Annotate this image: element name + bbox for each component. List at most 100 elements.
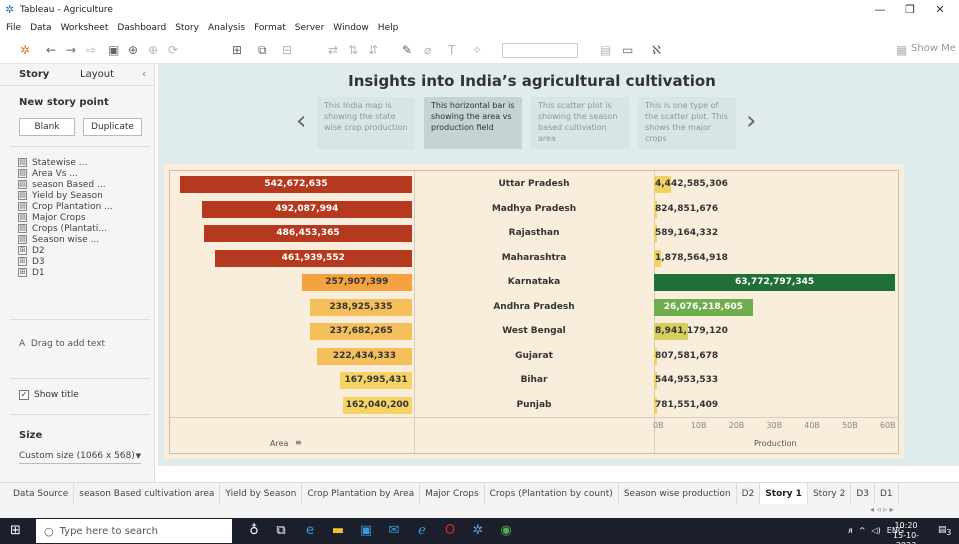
show-me-icon[interactable]: ▦: [896, 42, 907, 58]
device-preview-icon[interactable]: ▭: [622, 42, 633, 58]
sheet-list-item[interactable]: ⊞ D3: [18, 256, 153, 267]
duplicate-button[interactable]: Duplicate: [83, 118, 142, 136]
menu-item-file[interactable]: File: [6, 23, 21, 33]
sort-desc-icon[interactable]: ⇵: [368, 42, 378, 58]
menu-item-help[interactable]: Help: [378, 23, 399, 33]
area-bar[interactable]: 238,925,335: [309, 298, 412, 316]
clear-sheet-icon[interactable]: ⊟: [282, 42, 292, 58]
windows-start-icon[interactable]: ⊞: [10, 524, 24, 538]
story-point-4[interactable]: This is one type of the scatter plot. Th…: [638, 97, 736, 149]
tableau-home-icon[interactable]: ✲: [20, 42, 30, 58]
duplicate-sheet-icon[interactable]: ⧉: [258, 42, 267, 58]
close-icon[interactable]: ✕: [926, 2, 954, 18]
tab-layout[interactable]: Layout: [80, 69, 114, 80]
area-bar[interactable]: 492,087,994: [201, 200, 412, 218]
minimize-icon[interactable]: —: [866, 2, 894, 18]
sheet-tab[interactable]: Crops (Plantation by count): [485, 482, 619, 505]
restore-icon[interactable]: ❐: [896, 2, 924, 18]
microphone-icon[interactable]: ♁: [246, 523, 262, 539]
menu-item-server[interactable]: Server: [295, 23, 325, 33]
menu-item-format[interactable]: Format: [254, 23, 286, 33]
sheet-tab[interactable]: Story 1: [760, 482, 808, 505]
opera-icon[interactable]: O: [442, 523, 458, 539]
show-me-button[interactable]: Show Me: [911, 43, 956, 54]
undo-icon[interactable]: ←: [46, 42, 56, 58]
area-bar[interactable]: 162,040,200: [342, 396, 412, 414]
chrome-icon[interactable]: ◉: [498, 523, 514, 539]
sheet-list-item[interactable]: ▤ Major Crops: [18, 212, 153, 223]
group-icon[interactable]: ⌀: [424, 42, 431, 58]
sort-asc-icon[interactable]: ⇅: [348, 42, 358, 58]
sheet-list-item[interactable]: ▤ Crop Plantation ...: [18, 201, 153, 212]
sheet-list-item[interactable]: ▤ Yield by Season: [18, 190, 153, 201]
sheet-tab[interactable]: D3: [851, 482, 875, 505]
sheet-tab[interactable]: D1: [875, 482, 899, 505]
sheet-tab[interactable]: D2: [737, 482, 761, 505]
area-bar[interactable]: 461,939,552: [214, 249, 412, 267]
mail-icon[interactable]: ✉: [386, 523, 402, 539]
sheet-list-item[interactable]: ▤ Crops (Plantati...: [18, 223, 153, 234]
store-icon[interactable]: ▣: [358, 523, 374, 539]
next-point-icon[interactable]: ›: [746, 108, 756, 134]
sheet-tab[interactable]: Crop Plantation by Area: [302, 482, 421, 505]
people-icon[interactable]: ᴙ: [848, 526, 853, 535]
sheet-tab[interactable]: Data Source: [8, 482, 75, 505]
share-icon[interactable]: ℵ: [652, 42, 661, 58]
menu-item-worksheet[interactable]: Worksheet: [61, 23, 109, 33]
sheet-tab[interactable]: Major Crops: [420, 482, 485, 505]
sheet-list-item[interactable]: ⊞ D1: [18, 267, 153, 278]
story-point-3[interactable]: This scatter plot is showing the season …: [531, 97, 629, 149]
sheet-list-item[interactable]: ⊞ D2: [18, 245, 153, 256]
notifications-icon[interactable]: ▤3: [938, 525, 951, 537]
checkbox-checked-icon[interactable]: ✓: [19, 390, 29, 400]
task-view-icon[interactable]: ⧉: [273, 523, 289, 539]
sort-icon[interactable]: ≡: [295, 438, 302, 447]
previous-point-icon[interactable]: ‹: [296, 108, 306, 134]
redo-icon[interactable]: →: [66, 42, 76, 58]
sheet-tab[interactable]: season Based cultivation area: [74, 482, 221, 505]
fit-dropdown[interactable]: [502, 43, 578, 58]
area-bar[interactable]: 486,453,365: [204, 225, 412, 242]
area-bar[interactable]: 167,995,431: [340, 372, 412, 389]
sheet-list-item[interactable]: ▤ Area Vs ...: [18, 168, 153, 179]
replay-icon[interactable]: ⇨: [86, 42, 96, 58]
file-explorer-icon[interactable]: ▬: [330, 523, 346, 539]
area-bar[interactable]: 257,907,399: [301, 274, 412, 291]
menu-item-story[interactable]: Story: [175, 23, 199, 33]
drag-text-item[interactable]: A Drag to add text: [19, 339, 105, 349]
menu-item-dashboard[interactable]: Dashboard: [117, 23, 166, 33]
new-worksheet-icon[interactable]: ⊞: [232, 42, 242, 58]
sheet-list-item[interactable]: ▤ Season wise ...: [18, 234, 153, 245]
edge-icon[interactable]: e: [302, 523, 318, 539]
menu-item-data[interactable]: Data: [30, 23, 52, 33]
tableau-taskbar-icon[interactable]: ✲: [470, 523, 486, 539]
area-bar[interactable]: 222,434,333: [316, 347, 412, 365]
tab-story[interactable]: Story: [19, 69, 49, 80]
taskbar-clock[interactable]: 10:20 15-10-2023: [884, 521, 928, 544]
pin-icon[interactable]: ✧: [472, 42, 482, 58]
menu-item-window[interactable]: Window: [333, 23, 369, 33]
story-point-2[interactable]: This horizontal bar is showing the area …: [424, 97, 522, 149]
save-icon[interactable]: ▣: [108, 42, 119, 58]
collapse-panel-icon[interactable]: ‹: [142, 69, 146, 80]
menu-item-analysis[interactable]: Analysis: [208, 23, 245, 33]
presentation-icon[interactable]: ▤: [600, 42, 611, 58]
area-bar[interactable]: 542,672,635: [180, 176, 412, 193]
area-bar[interactable]: 237,682,265: [310, 323, 412, 340]
sheet-navigation-icon[interactable]: ◂ ◃ ▹ ▸: [870, 505, 894, 514]
taskbar-search[interactable]: ○ Type here to search: [36, 519, 232, 543]
refresh-icon[interactable]: ⟳: [168, 42, 178, 58]
story-point-1[interactable]: This India map is showing the state wise…: [317, 97, 415, 149]
blank-button[interactable]: Blank: [19, 118, 75, 136]
internet-explorer-icon[interactable]: ℯ: [414, 523, 430, 539]
swap-icon[interactable]: ⇄: [328, 42, 338, 58]
new-datasource-icon[interactable]: ⊕: [128, 42, 138, 58]
pause-updates-icon[interactable]: ⊕: [148, 42, 158, 58]
size-dropdown[interactable]: Custom size (1066 x 568) ▼: [19, 448, 141, 464]
sheet-tab[interactable]: Season wise production: [619, 482, 737, 505]
show-title-checkbox[interactable]: ✓ Show title: [19, 390, 79, 400]
highlight-icon[interactable]: ✎: [402, 42, 412, 58]
sheet-list-item[interactable]: ▤ season Based ...: [18, 179, 153, 190]
chevron-up-icon[interactable]: ^: [859, 526, 866, 535]
sheet-tab[interactable]: Yield by Season: [220, 482, 303, 505]
